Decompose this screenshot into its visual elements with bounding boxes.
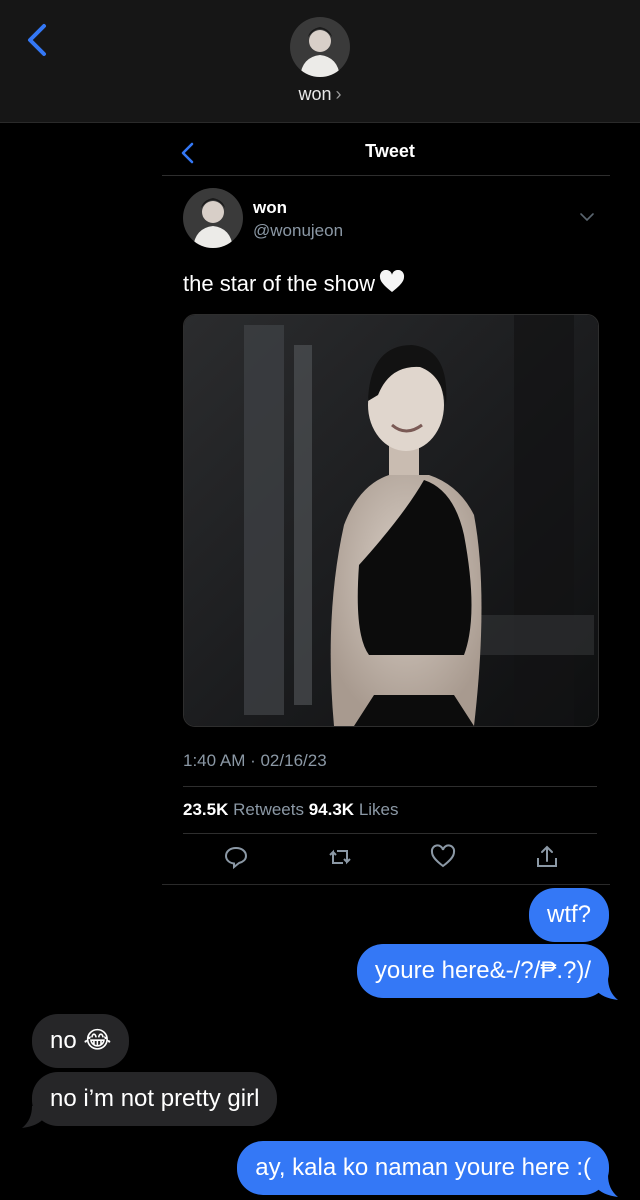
chevron-right-icon: ›	[335, 84, 342, 104]
back-button[interactable]	[20, 20, 60, 64]
divider	[183, 786, 597, 787]
tweet-text: the star of the show	[183, 269, 405, 297]
tweet-author-name: won	[253, 198, 287, 217]
tweet-stats: 23.5K Retweets 94.3K Likes	[183, 800, 399, 820]
bubble-tail	[22, 1106, 44, 1128]
tweet-timestamp: 1:40 AM · 02/16/23	[183, 751, 327, 770]
chevron-left-icon	[28, 24, 46, 56]
likes-label: Likes	[358, 800, 399, 819]
retweets-label: Retweets	[233, 800, 304, 819]
outgoing-message[interactable]: youre here&-/?/₱.?)/	[356, 944, 609, 998]
tweet-nav-title: Tweet	[365, 141, 415, 161]
incoming-message[interactable]: no i’m not pretty girl	[32, 1072, 278, 1126]
bubble-tail	[596, 978, 618, 1000]
likes-count: 94.3K	[308, 800, 355, 819]
tweet-text-content: the star of the show	[183, 271, 375, 296]
reply-icon	[223, 844, 249, 870]
outgoing-message[interactable]: ay, kala ko naman youre here :(	[237, 1141, 609, 1195]
share-icon	[534, 844, 560, 870]
conversation-header: won ›	[0, 0, 640, 123]
contact-name-button[interactable]: won ›	[0, 84, 640, 105]
tweet-photo	[183, 314, 599, 727]
tweet-author-handle: @wonujeon	[253, 221, 344, 240]
white-heart-icon	[379, 269, 405, 294]
contact-avatar[interactable]	[290, 17, 350, 77]
retweet-icon	[327, 844, 353, 870]
bubble-tail	[596, 1175, 618, 1197]
tweet-screenshot: Tweet won @wonujeon the star of the show	[162, 124, 610, 885]
like-icon	[430, 844, 456, 870]
tweet-author-avatar	[183, 188, 243, 248]
divider	[183, 833, 597, 834]
retweets-count: 23.5K	[183, 800, 229, 819]
outgoing-message[interactable]: wtf?	[528, 888, 609, 942]
chevron-down-icon	[578, 210, 596, 222]
contact-name: won	[298, 84, 332, 104]
divider	[162, 175, 610, 176]
incoming-message[interactable]: no 😂	[32, 1014, 130, 1068]
